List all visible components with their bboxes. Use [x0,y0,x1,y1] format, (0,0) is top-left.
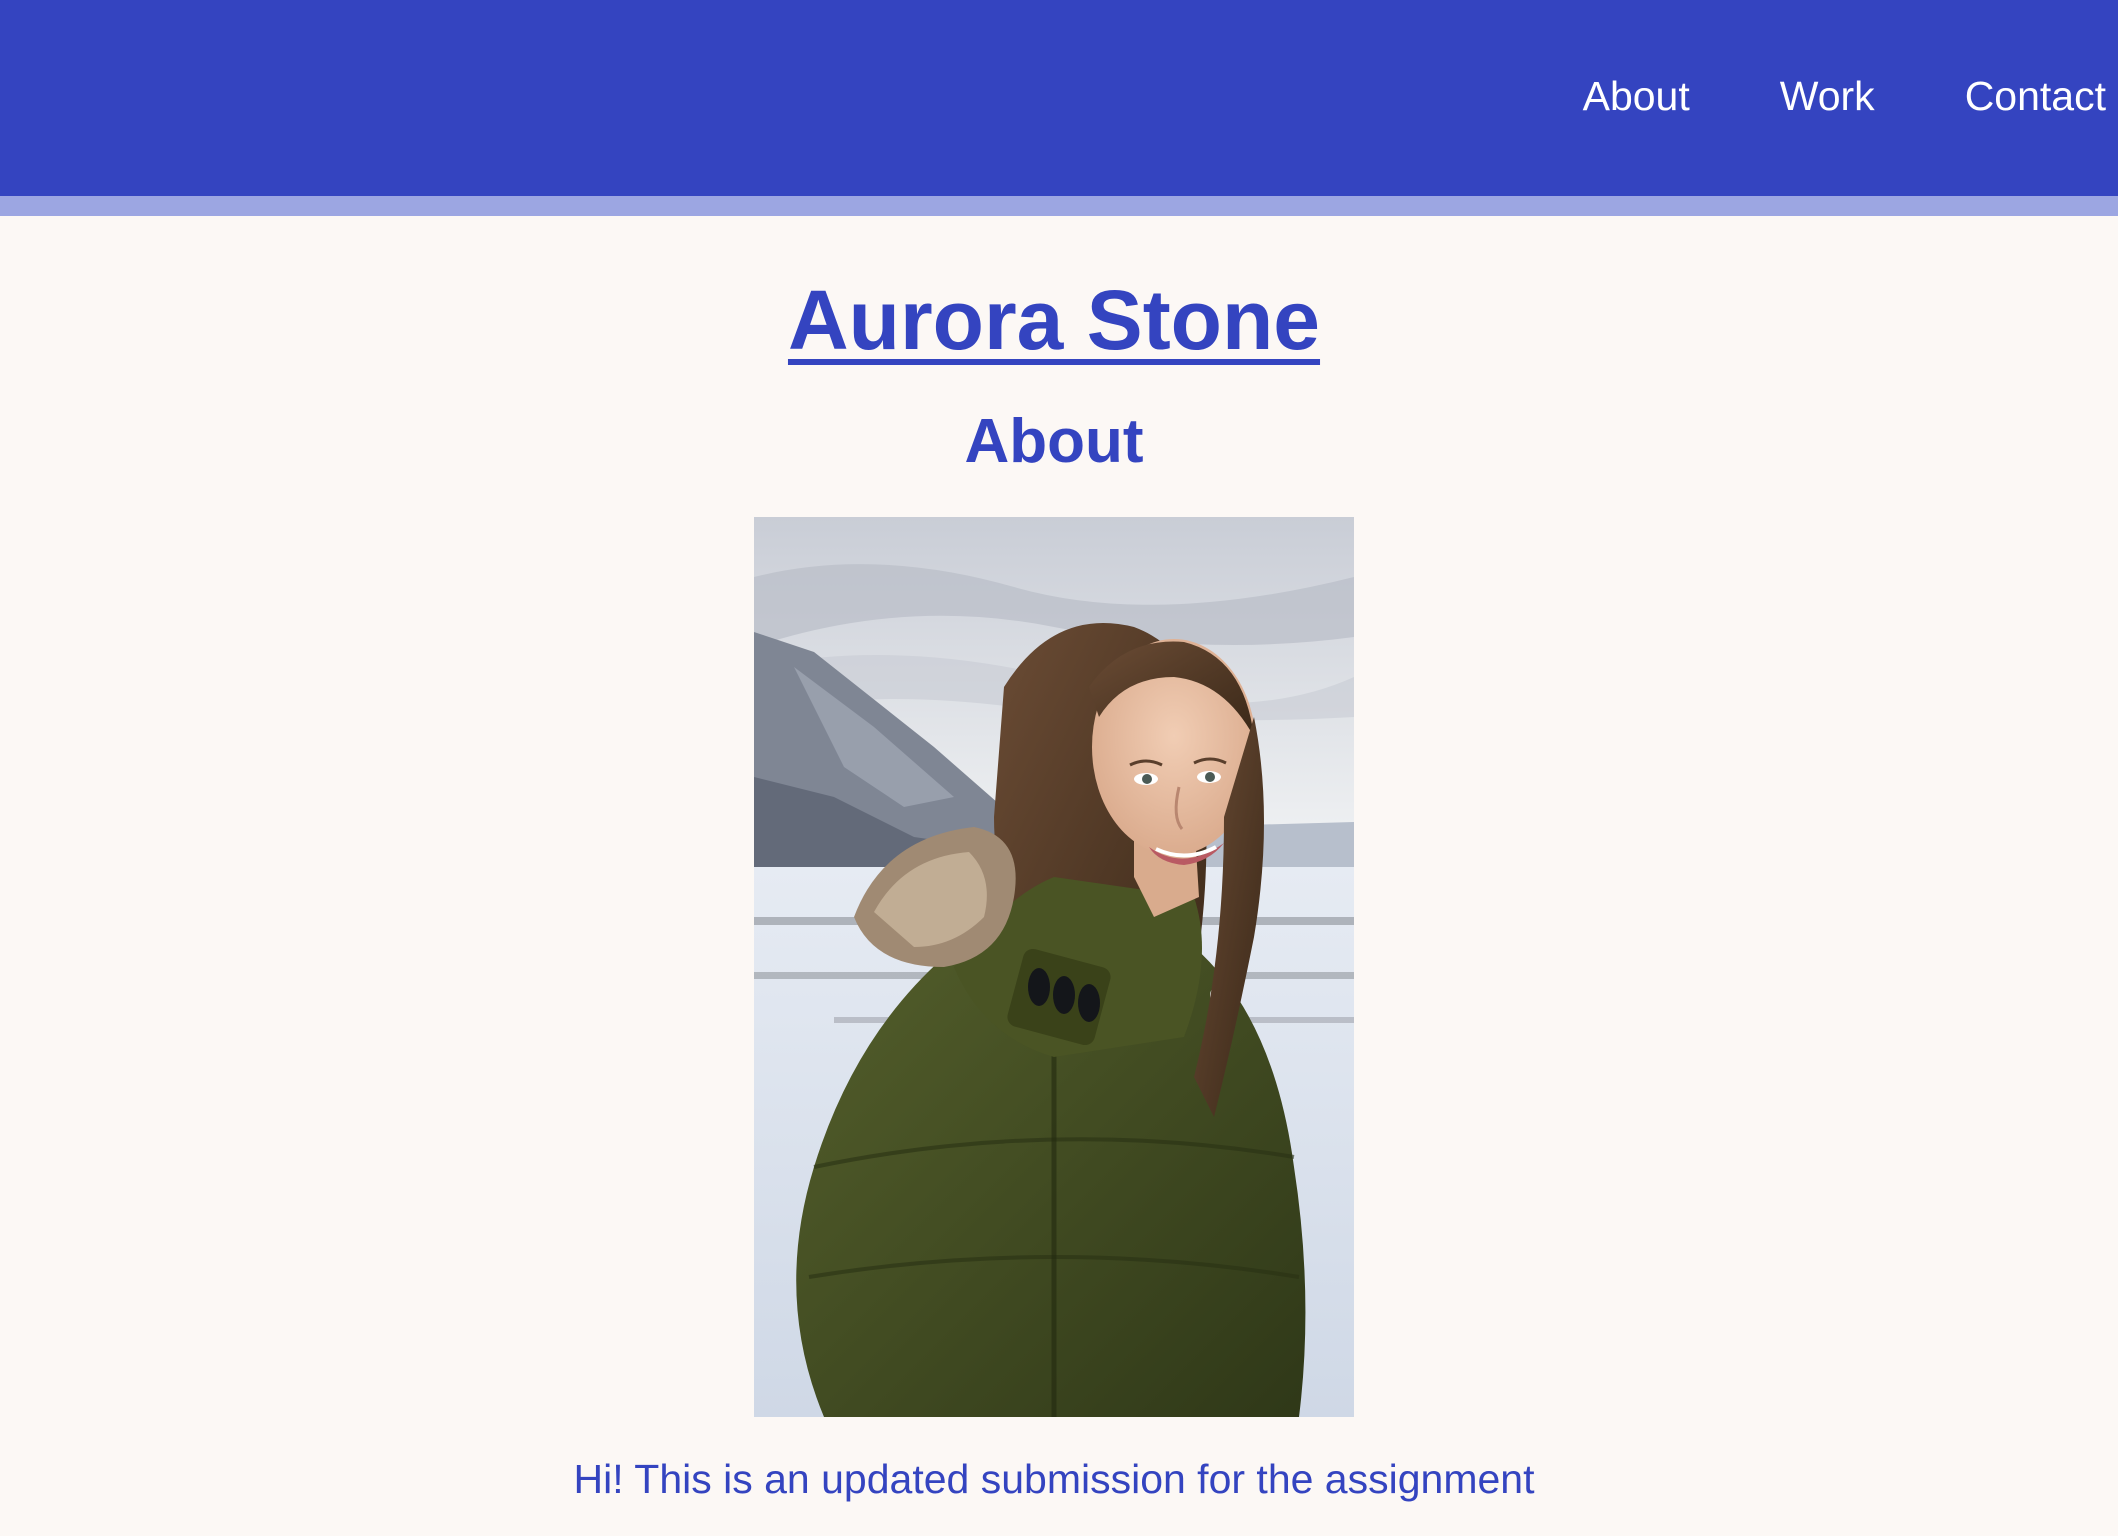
site-title: Aurora Stone [0,270,2108,370]
nav-link-work[interactable]: Work [1780,72,1875,120]
about-heading: About [964,407,1144,476]
intro-text: Hi! This is an updated submission for th… [573,1456,1535,1502]
nav-link-contact[interactable]: Contact [1965,72,2106,120]
nav-link-about[interactable]: About [1583,72,1690,120]
main-nav: About Work Contact [1493,72,2106,120]
site-header: About Work Contact [0,0,2118,196]
profile-photo [754,517,1354,1417]
site-title-link[interactable]: Aurora Stone [788,273,1320,367]
header-accent-stripe [0,196,2118,216]
